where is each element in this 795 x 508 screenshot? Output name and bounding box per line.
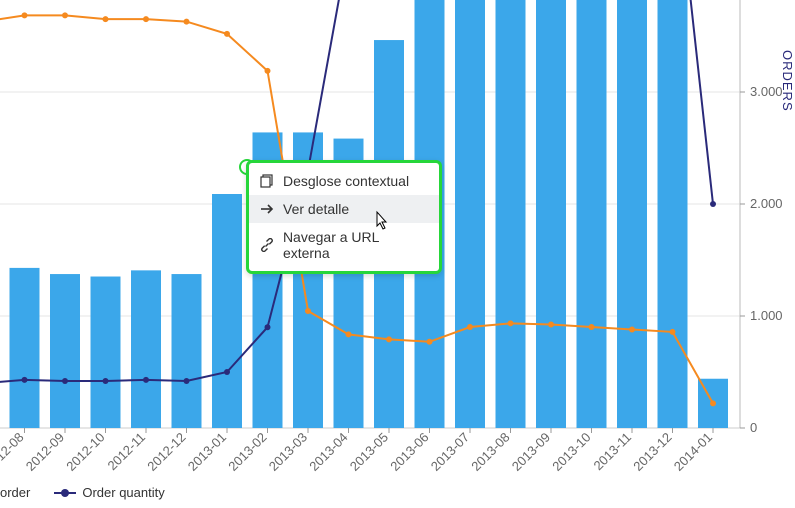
bar[interactable] [91, 277, 121, 428]
context-menu-item-desglose[interactable]: Desglose contextual [249, 167, 439, 195]
legend-swatch-icon [54, 492, 76, 494]
bar[interactable] [50, 274, 80, 428]
x-tick-label: 2013-04 [306, 430, 350, 474]
x-tick-label: 2013-07 [428, 430, 472, 474]
legend-label: Order quantity [82, 485, 164, 500]
context-menu-label: Ver detalle [283, 201, 349, 217]
legend-label: order [0, 485, 30, 500]
x-tick-label: 2013-10 [549, 430, 593, 474]
chart-area[interactable]: 2012-072012-082012-092012-102012-112012-… [0, 0, 795, 508]
y2-tick-label: 3.000 [750, 84, 783, 99]
x-tick-label: 2013-12 [630, 430, 674, 474]
legend: order Order quantity [0, 485, 165, 500]
bar[interactable] [577, 0, 607, 428]
x-tick-label: 2012-10 [63, 430, 107, 474]
x-tick-label: 2014-01 [671, 430, 715, 474]
context-menu: Desglose contextual Ver detalle Navegar … [246, 160, 442, 274]
y2-tick-label: 1.000 [750, 308, 783, 323]
legend-item-order-quantity[interactable]: Order quantity [54, 485, 164, 500]
copy-icon [259, 173, 275, 189]
bar[interactable] [455, 0, 485, 428]
y2-tick-label: 0 [750, 420, 757, 435]
x-tick-label: 2013-09 [509, 430, 553, 474]
link-icon [259, 237, 275, 253]
y2-tick-label: 2.000 [750, 196, 783, 211]
x-tick-label: 2012-09 [23, 430, 67, 474]
x-tick-label: 2013-06 [387, 430, 431, 474]
legend-item-order[interactable]: order [0, 485, 30, 500]
x-tick-label: 2013-08 [468, 430, 512, 474]
y2-axis-title: ORDERS [780, 50, 795, 115]
x-tick-label: 2012-12 [144, 430, 188, 474]
context-menu-item-ver-detalle[interactable]: Ver detalle [249, 195, 439, 223]
x-tick-label: 2013-05 [347, 430, 391, 474]
x-tick-label: 2013-03 [266, 430, 310, 474]
bar[interactable] [172, 274, 202, 428]
bar[interactable] [131, 270, 161, 428]
context-menu-label: Desglose contextual [283, 173, 409, 189]
x-tick-label: 2013-02 [225, 430, 269, 474]
bar[interactable] [536, 0, 566, 428]
bar[interactable] [658, 0, 688, 428]
x-tick-label: 2013-11 [590, 430, 634, 474]
x-tick-label: 2013-01 [185, 430, 229, 474]
bar[interactable] [212, 194, 242, 428]
bar[interactable] [617, 0, 647, 428]
arrow-right-icon [259, 201, 275, 217]
x-tick-label: 2012-11 [104, 430, 148, 474]
bar[interactable] [10, 268, 40, 428]
context-menu-label: Navegar a URL externa [283, 229, 429, 261]
x-tick-label: 2012-08 [0, 430, 27, 474]
context-menu-item-navegar[interactable]: Navegar a URL externa [249, 223, 439, 267]
bar[interactable] [496, 0, 526, 428]
